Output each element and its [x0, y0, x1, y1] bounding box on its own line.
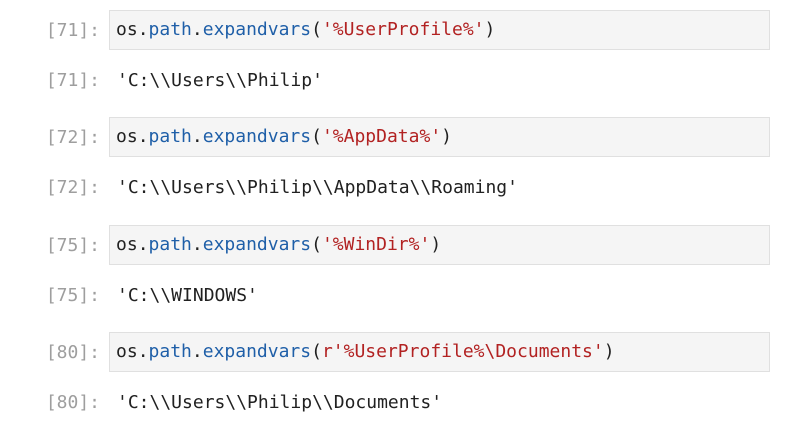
code-open-paren: ( [311, 341, 322, 362]
code-module: os [116, 341, 138, 362]
code-dot: . [191, 126, 203, 147]
code-dot: . [137, 341, 149, 362]
code-input[interactable]: os.path.expandvars('%AppData%') [109, 117, 770, 157]
output-prompt: [71]: [45, 70, 100, 91]
code-input[interactable]: os.path.expandvars(r'%UserProfile%\Docum… [109, 332, 770, 372]
input-prompt: [80]: [45, 342, 100, 363]
cell-output: 'C:\\Users\\Philip' [117, 70, 323, 91]
code-function: expandvars [202, 234, 312, 255]
output-prompt: [72]: [45, 177, 100, 198]
code-input[interactable]: os.path.expandvars('%UserProfile%') [109, 10, 770, 50]
code-dot: . [137, 126, 149, 147]
code-string: '%UserProfile%' [321, 19, 485, 40]
code-function: expandvars [202, 341, 312, 362]
code-attribute: path [148, 341, 192, 362]
code-close-paren: ) [441, 126, 453, 147]
input-prompt: [75]: [45, 235, 100, 256]
code-line: os.path.expandvars(r'%UserProfile%\Docum… [116, 342, 615, 362]
cell-output: 'C:\\WINDOWS' [117, 285, 258, 306]
code-open-paren: ( [311, 19, 322, 40]
code-attribute: path [148, 19, 192, 40]
code-line: os.path.expandvars('%WinDir%') [116, 235, 441, 255]
code-function: expandvars [202, 19, 312, 40]
output-prompt: [80]: [45, 392, 100, 413]
code-string: '%AppData%' [321, 126, 442, 147]
code-dot: . [191, 234, 203, 255]
input-prompt: [72]: [45, 127, 100, 148]
code-close-paren: ) [430, 234, 442, 255]
code-line: os.path.expandvars('%UserProfile%') [116, 20, 495, 40]
code-open-paren: ( [311, 126, 322, 147]
code-module: os [116, 19, 138, 40]
code-string: r'%UserProfile%\Documents' [321, 341, 604, 362]
code-module: os [116, 126, 138, 147]
code-input[interactable]: os.path.expandvars('%WinDir%') [109, 225, 770, 265]
input-prompt: [71]: [45, 20, 100, 41]
code-dot: . [191, 19, 203, 40]
output-prompt: [75]: [45, 285, 100, 306]
cell-output: 'C:\\Users\\Philip\\AppData\\Roaming' [117, 177, 518, 198]
code-line: os.path.expandvars('%AppData%') [116, 127, 452, 147]
code-close-paren: ) [603, 341, 615, 362]
code-dot: . [191, 341, 203, 362]
code-attribute: path [148, 126, 192, 147]
code-dot: . [137, 234, 149, 255]
code-attribute: path [148, 234, 192, 255]
code-open-paren: ( [311, 234, 322, 255]
code-string: '%WinDir%' [321, 234, 431, 255]
code-function: expandvars [202, 126, 312, 147]
code-close-paren: ) [484, 19, 496, 40]
code-module: os [116, 234, 138, 255]
cell-output: 'C:\\Users\\Philip\\Documents' [117, 392, 443, 413]
code-dot: . [137, 19, 149, 40]
